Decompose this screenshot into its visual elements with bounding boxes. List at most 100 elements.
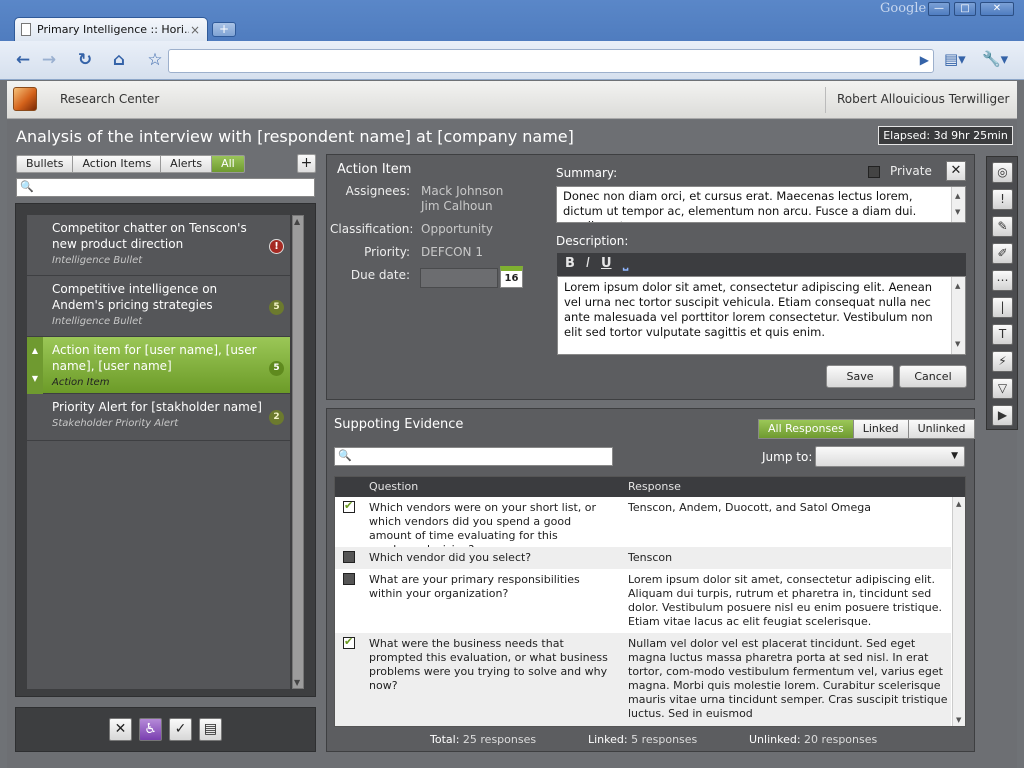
italic-icon[interactable]: I (586, 256, 590, 271)
list-item[interactable]: Priority Alert for [stakholder name] Sta… (27, 394, 290, 441)
row-checkbox[interactable] (343, 573, 355, 585)
go-icon[interactable]: ▶ (920, 53, 929, 67)
forward-icon[interactable]: → (38, 50, 60, 72)
connector-tool-icon[interactable]: ⋯ (992, 270, 1013, 291)
move-down-icon[interactable]: ▼ (27, 365, 43, 393)
filter-tool-icon[interactable]: ▽ (992, 378, 1013, 399)
filter-all[interactable]: All (212, 155, 245, 173)
scroll-up-icon[interactable]: ▲ (955, 189, 960, 204)
cancel-circle-icon[interactable]: ✕ (109, 718, 132, 741)
document-icon[interactable]: ▤ (199, 718, 222, 741)
summary-text: Donec non diam orci, et cursus erat. Mae… (563, 189, 917, 222)
maximize-button[interactable]: □ (954, 2, 976, 16)
summary-textarea[interactable]: Donec non diam orci, et cursus erat. Mae… (556, 186, 966, 223)
search-icon: 🔍 (338, 449, 352, 462)
play-tool-icon[interactable]: ▶ (992, 405, 1013, 426)
tab-strip: Primary Intelligence :: Hori... × + Goog… (0, 0, 1024, 41)
cancel-button[interactable]: Cancel (899, 365, 967, 388)
tab-title: Primary Intelligence :: Hori... (37, 23, 189, 36)
description-textarea[interactable]: Lorem ipsum dolor sit amet, consectetur … (557, 276, 966, 355)
zoom-icon[interactable]: ◎ (992, 162, 1013, 183)
text-tool-icon[interactable]: T (992, 324, 1013, 345)
list-item[interactable]: Competitive intelligence on Andem's pric… (27, 276, 290, 337)
scroll-down-icon[interactable]: ▼ (955, 205, 960, 220)
tab-unlinked[interactable]: Unlinked (908, 419, 976, 439)
jump-to-select[interactable]: ▼ (815, 446, 965, 467)
filter-bullets[interactable]: Bullets (16, 155, 74, 173)
bold-icon[interactable]: B (565, 256, 575, 271)
row-checkbox[interactable] (343, 551, 355, 563)
minimize-button[interactable]: — (928, 2, 950, 16)
tab-all-responses[interactable]: All Responses (758, 419, 854, 439)
alert-tool-icon[interactable]: ! (992, 189, 1013, 210)
scroll-down-icon[interactable]: ▼ (294, 678, 300, 687)
table-row[interactable]: What are your primary responsibilities w… (335, 569, 951, 633)
tab-linked[interactable]: Linked (853, 419, 909, 439)
highlight-tool-icon[interactable]: ✐ (992, 243, 1013, 264)
description-scrollbar[interactable]: ▲ ▼ (951, 277, 965, 354)
list-item[interactable]: Competitor chatter on Tenscon's new prod… (27, 215, 290, 276)
back-icon[interactable]: ← (12, 50, 34, 72)
table-row[interactable]: What were the business needs that prompt… (335, 633, 951, 726)
item-list-panel: Competitor chatter on Tenscon's new prod… (15, 203, 316, 697)
list-scrollbar[interactable]: ▲ ▼ (292, 215, 304, 689)
tab-close-icon[interactable]: × (189, 23, 201, 37)
home-icon[interactable]: ⌂ (108, 50, 130, 72)
list-item-type: Intelligence Bullet (52, 255, 143, 266)
due-date-input[interactable] (420, 268, 498, 288)
save-button[interactable]: Save (826, 365, 894, 388)
scroll-down-icon[interactable]: ▼ (955, 337, 960, 352)
wrench-menu-icon[interactable]: 🔧▾ (982, 50, 1008, 68)
tool-palette: ◎ ! ✎ ✐ ⋯ | T ⚡ ▽ ▶ (986, 156, 1018, 430)
person-icon[interactable]: ♿ (139, 718, 162, 741)
response-cell: Nullam vel dolor vel est placerat tincid… (628, 637, 948, 720)
pin-tool-icon[interactable]: ⚡ (992, 351, 1013, 372)
private-checkbox[interactable] (868, 166, 880, 178)
scroll-up-icon[interactable]: ▲ (955, 279, 960, 294)
underline-icon[interactable]: U (601, 256, 612, 271)
scroll-down-icon[interactable]: ▼ (956, 716, 961, 724)
window-close-button[interactable]: ✕ (980, 2, 1014, 16)
link-tool-icon[interactable]: ✎ (992, 216, 1013, 237)
brand-label: Google (880, 1, 927, 16)
list-item-type: Action Item (52, 377, 110, 388)
filter-action-items[interactable]: Action Items (73, 155, 162, 173)
strikethrough-icon[interactable]: ⎵ (623, 256, 628, 271)
row-checkbox[interactable] (343, 499, 355, 513)
add-item-button[interactable]: + (297, 154, 316, 173)
priority-label: Priority: (364, 245, 410, 259)
count-badge: 5 (269, 300, 284, 315)
jump-to-label: Jump to: (762, 450, 813, 464)
list-item-selected[interactable]: ▲ ▼ Action item for [user name], [user n… (27, 337, 290, 394)
marker-tool-icon[interactable]: | (992, 297, 1013, 318)
app-logo[interactable] (13, 87, 37, 111)
table-row[interactable]: Which vendor did you select? Tenscon (335, 547, 951, 569)
filter-alerts[interactable]: Alerts (161, 155, 213, 173)
check-icon[interactable]: ✓ (169, 718, 192, 741)
bookmark-star-icon[interactable]: ☆ (144, 50, 166, 72)
evidence-search-input[interactable]: 🔍 (334, 447, 613, 466)
address-bar[interactable]: ▶ (168, 49, 934, 73)
page-menu-icon[interactable]: ▤▾ (944, 50, 966, 68)
responses-table: Question Response Which vendors were on … (334, 476, 966, 727)
alert-icon: ! (269, 239, 284, 254)
table-row[interactable]: Which vendors were on your short list, o… (335, 497, 951, 556)
list-search-input[interactable]: 🔍 (16, 178, 315, 197)
scroll-up-icon[interactable]: ▲ (294, 217, 300, 226)
table-scrollbar[interactable]: ▲ ▼ (952, 497, 965, 726)
due-date-label: Due date: (350, 268, 410, 282)
close-icon[interactable]: ✕ (946, 161, 966, 181)
new-tab-button[interactable]: + (212, 22, 236, 37)
action-item-heading: Action Item (337, 162, 412, 177)
assignees-label: Assignees: (345, 184, 410, 198)
browser-tab[interactable]: Primary Intelligence :: Hori... × (14, 17, 208, 41)
summary-scrollbar[interactable]: ▲ ▼ (951, 187, 965, 222)
reorder-handle[interactable]: ▲ ▼ (27, 337, 43, 394)
row-checkbox[interactable] (343, 635, 355, 649)
reload-icon[interactable]: ↻ (74, 50, 96, 72)
calendar-icon[interactable]: 16 (500, 266, 523, 288)
move-up-icon[interactable]: ▲ (27, 337, 43, 365)
list-item-title: Priority Alert for [stakholder name] (52, 400, 262, 414)
user-name[interactable]: Robert Allouicious Terwilliger (837, 92, 1009, 106)
scroll-up-icon[interactable]: ▲ (956, 500, 961, 508)
